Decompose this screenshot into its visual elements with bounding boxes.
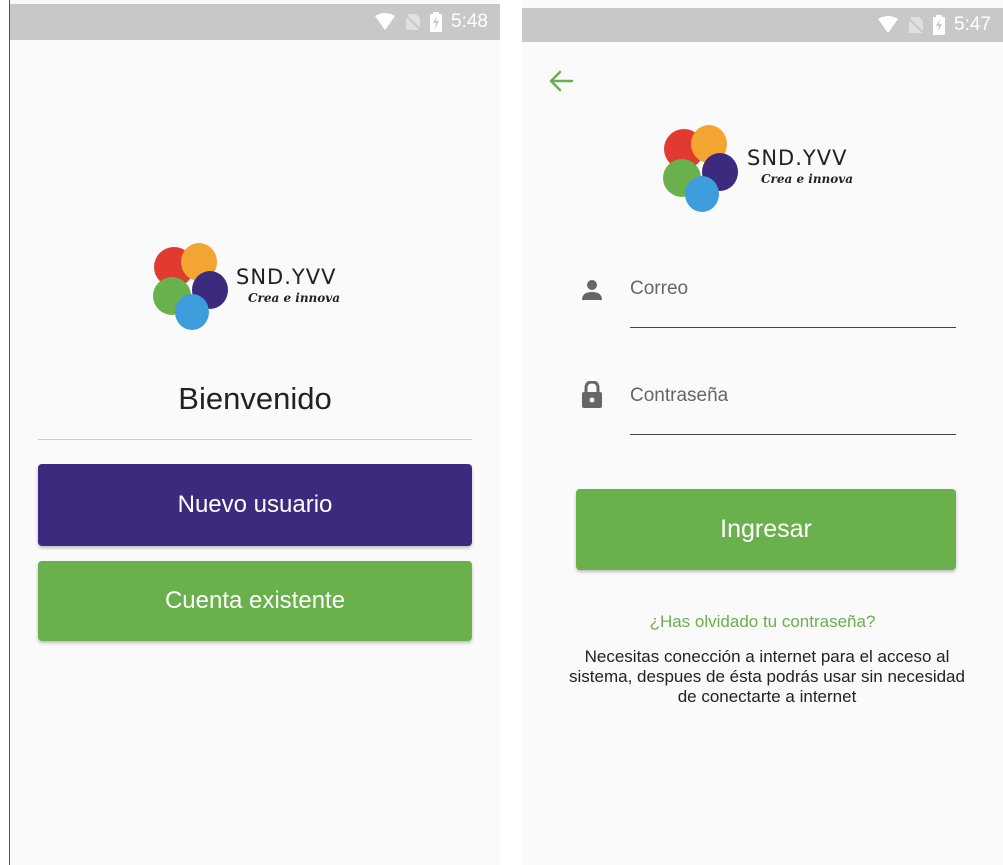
login-button-label: Ingresar <box>720 515 812 543</box>
no-sim-icon <box>405 14 422 31</box>
divider <box>38 439 472 440</box>
forgot-password-link[interactable]: ¿Has olvidado tu contraseña? <box>522 612 1003 632</box>
brand-tagline: Crea e innova <box>248 291 341 305</box>
status-bar: 5:48 <box>10 4 500 40</box>
new-user-button-label: Nuevo usuario <box>177 491 333 518</box>
email-placeholder: Correo <box>630 278 689 299</box>
brand-logo <box>657 124 742 214</box>
password-field[interactable]: Contraseña <box>630 385 956 435</box>
welcome-title: Bienvenido <box>178 381 332 416</box>
brand-name: SND.YVV <box>747 146 848 170</box>
connection-note: Necesitas conección a internet para el a… <box>569 647 965 706</box>
status-time: 5:48 <box>451 11 488 32</box>
brand-tagline: Crea e innova <box>761 172 854 186</box>
back-arrow-icon[interactable] <box>546 66 576 96</box>
battery-charging-icon <box>430 12 443 32</box>
wifi-icon <box>375 13 396 30</box>
brand-name: SND.YVV <box>236 265 337 289</box>
email-underline <box>630 327 956 328</box>
login-button[interactable]: Ingresar <box>576 489 956 570</box>
password-placeholder: Contraseña <box>630 385 729 406</box>
person-icon <box>582 280 602 300</box>
email-field[interactable]: Correo <box>630 278 956 328</box>
status-time: 5:47 <box>954 14 991 35</box>
login-screen: 5:47 SND.YVV Crea e innova Correo Contra… <box>522 0 1003 865</box>
existing-account-button-label: Cuenta existente <box>164 587 346 614</box>
lock-icon <box>582 381 602 408</box>
existing-account-button[interactable]: Cuenta existente <box>38 561 472 641</box>
status-bar: 5:47 <box>522 8 1003 42</box>
wifi-icon <box>878 16 899 33</box>
brand-logo <box>147 242 232 332</box>
new-user-button[interactable]: Nuevo usuario <box>38 464 472 546</box>
password-underline <box>630 434 956 435</box>
no-sim-icon <box>908 17 925 34</box>
welcome-screen: 5:48 SND.YVV Crea e innova Bienvenido Nu… <box>9 0 500 865</box>
battery-charging-icon <box>933 15 946 35</box>
